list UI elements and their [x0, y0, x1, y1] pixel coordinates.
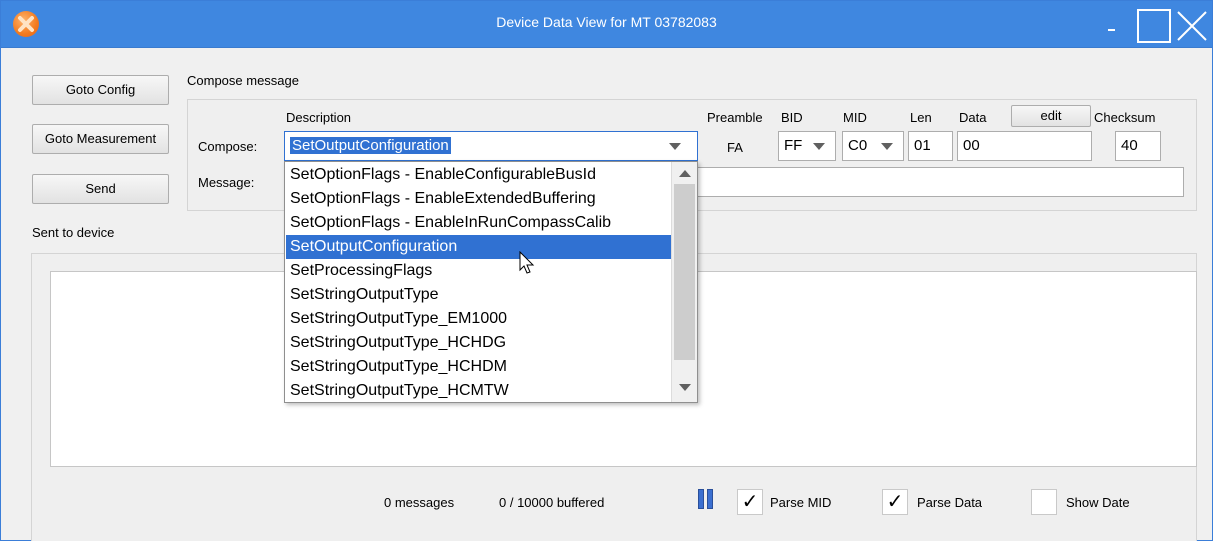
- send-button[interactable]: Send: [32, 174, 169, 204]
- device-data-view-window: Device Data View for MT 03782083 Goto Co…: [0, 0, 1213, 541]
- preamble-value: FA: [727, 140, 743, 155]
- list-item[interactable]: SetOptionFlags - EnableExtendedBuffering: [286, 187, 671, 211]
- parse-mid-label: Parse MID: [770, 495, 832, 510]
- compose-group-title: Compose message: [187, 73, 299, 88]
- bid-combobox[interactable]: FF: [778, 131, 836, 161]
- close-icon: [1177, 11, 1207, 41]
- pause-icon[interactable]: [698, 489, 714, 509]
- parse-data-label: Parse Data: [917, 495, 983, 510]
- description-dropdown-list[interactable]: SetOptionFlags - EnableConfigurableBusId…: [284, 161, 698, 403]
- goto-config-button[interactable]: Goto Config: [32, 75, 169, 105]
- dropdown-scrollbar[interactable]: [671, 162, 697, 402]
- list-item[interactable]: SetOptionFlags - EnableInRunCompassCalib: [286, 211, 671, 235]
- header-mid: MID: [843, 110, 867, 125]
- parse-mid-checkbox[interactable]: ✓: [737, 489, 763, 515]
- title-bar[interactable]: Device Data View for MT 03782083: [1, 1, 1212, 48]
- header-bid: BID: [781, 110, 803, 125]
- edit-button[interactable]: edit: [1011, 105, 1091, 127]
- bid-value: FF: [784, 137, 803, 154]
- sent-to-device-title: Sent to device: [32, 225, 115, 240]
- header-preamble: Preamble: [707, 110, 763, 125]
- list-item[interactable]: SetProcessingFlags: [286, 259, 671, 283]
- description-combobox[interactable]: SetOutputConfiguration: [284, 131, 698, 161]
- list-item[interactable]: SetStringOutputType_HCHDM: [286, 355, 671, 379]
- parse-data-checkbox[interactable]: ✓: [882, 489, 908, 515]
- message-label: Message:: [198, 175, 255, 190]
- mid-combobox[interactable]: C0: [842, 131, 904, 161]
- mid-value: C0: [848, 137, 868, 154]
- list-item[interactable]: SetStringOutputType: [286, 283, 671, 307]
- messages-count: 0 messages: [384, 495, 455, 510]
- header-len: Len: [910, 110, 932, 125]
- scroll-up-icon[interactable]: [679, 170, 691, 177]
- scroll-down-icon[interactable]: [679, 384, 691, 391]
- scrollbar-thumb[interactable]: [674, 184, 695, 360]
- minimize-icon: [1108, 29, 1115, 31]
- chevron-down-icon[interactable]: [813, 143, 825, 150]
- compose-label: Compose:: [198, 139, 258, 154]
- window-title: Device Data View for MT 03782083: [496, 14, 717, 30]
- maximize-button[interactable]: [1137, 9, 1171, 43]
- show-date-checkbox[interactable]: [1031, 489, 1057, 515]
- show-date-label: Show Date: [1066, 495, 1130, 510]
- header-checksum: Checksum: [1094, 110, 1156, 125]
- list-item[interactable]: SetStringOutputType_HCHDG: [286, 331, 671, 355]
- close-button[interactable]: [1175, 9, 1209, 43]
- mouse-pointer-icon: [519, 251, 535, 274]
- data-field[interactable]: 00: [957, 131, 1092, 161]
- list-item[interactable]: SetStringOutputType_EM1000: [286, 307, 671, 331]
- description-selected-text: SetOutputConfiguration: [290, 137, 451, 154]
- len-field[interactable]: 01: [908, 131, 953, 161]
- buffered-count: 0 / 10000 buffered: [499, 495, 605, 510]
- header-description: Description: [286, 110, 352, 125]
- list-item[interactable]: SetStringOutputType_HCMTW: [286, 379, 671, 402]
- list-item-selected[interactable]: SetOutputConfiguration: [286, 235, 671, 259]
- chevron-down-icon[interactable]: [881, 143, 893, 150]
- checksum-field[interactable]: 40: [1115, 131, 1161, 161]
- header-data: Data: [959, 110, 987, 125]
- goto-measurement-button[interactable]: Goto Measurement: [32, 124, 169, 154]
- chevron-down-icon[interactable]: [669, 143, 681, 150]
- list-item[interactable]: SetOptionFlags - EnableConfigurableBusId: [286, 163, 671, 187]
- minimize-button[interactable]: [1095, 9, 1125, 43]
